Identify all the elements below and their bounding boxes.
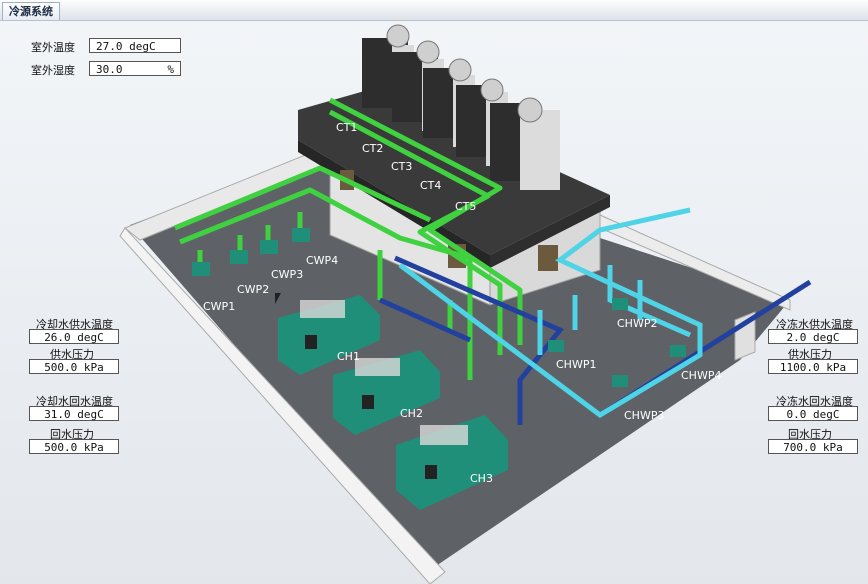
cw-supply-temp-value: 26.0 degC — [29, 329, 119, 344]
plant-3d-view: CT1 CT2 CT3 CT4 CT5 CWP1 CWP2 CWP3 CWP4 … — [119, 24, 812, 584]
chw-supply-temp-value: 2.0 degC — [768, 329, 858, 344]
outdoor-temp-value: 27.0 degC — [89, 38, 181, 53]
cw-supply-pressure-value: 500.0 kPa — [29, 359, 119, 374]
tab-bar: 冷源系统 — [0, 0, 868, 21]
label-chwp4: CHWP4 — [681, 369, 721, 382]
humidity-number: 30.0 — [96, 63, 123, 76]
label-cwp2: CWP2 — [237, 283, 269, 296]
label-cwp1: CWP1 — [203, 300, 235, 313]
tab-cooling-system[interactable]: 冷源系统 — [2, 2, 60, 20]
label-ch1: CH1 — [337, 350, 360, 363]
cw-return-temp-value: 31.0 degC — [29, 406, 119, 421]
chw-return-temp-value: 0.0 degC — [768, 406, 858, 421]
label-ch2: CH2 — [400, 407, 423, 420]
cw-return-pressure-value: 500.0 kPa — [29, 439, 119, 454]
chw-return-pressure-value: 700.0 kPa — [768, 439, 858, 454]
humidity-unit: % — [167, 63, 174, 76]
outdoor-humidity-label: 室外湿度 — [31, 64, 75, 77]
mouse-cursor-icon — [275, 293, 281, 304]
label-ct5: CT5 — [455, 200, 476, 213]
outdoor-temp-label: 室外温度 — [31, 41, 75, 54]
label-chwp1: CHWP1 — [556, 358, 596, 371]
chw-supply-pressure-value: 1100.0 kPa — [768, 359, 858, 374]
label-ct4: CT4 — [420, 179, 441, 192]
label-cwp3: CWP3 — [271, 268, 303, 281]
label-ch3: CH3 — [470, 472, 493, 485]
label-ct3: CT3 — [391, 160, 412, 173]
label-ct2: CT2 — [362, 142, 383, 155]
label-chwp3: CHWP3 — [624, 409, 664, 422]
label-chwp2: CHWP2 — [617, 317, 657, 330]
outdoor-humidity-value: 30.0 % — [89, 61, 181, 76]
building-door — [538, 245, 558, 271]
label-ct1: CT1 — [336, 121, 357, 134]
label-cwp4: CWP4 — [306, 254, 338, 267]
